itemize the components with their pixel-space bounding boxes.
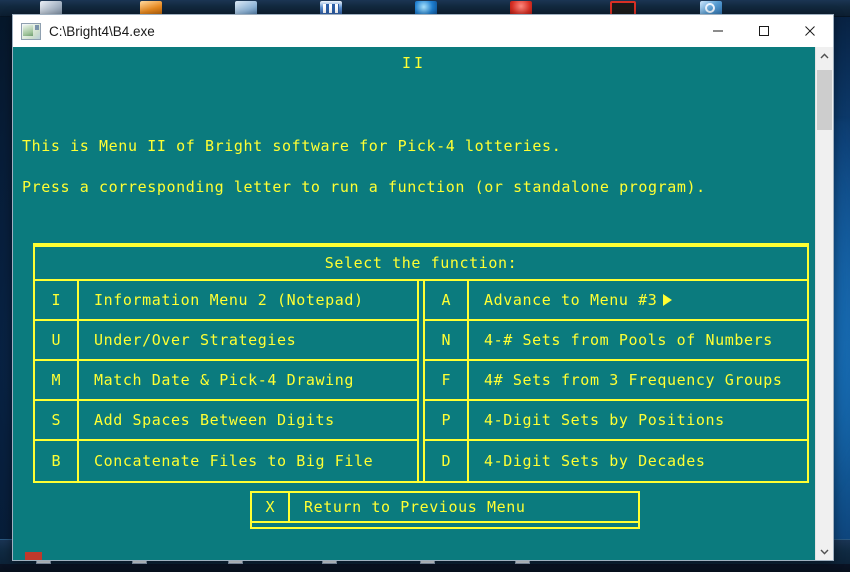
- menu-label: Match Date & Pick-4 Drawing: [94, 371, 355, 389]
- minimize-button[interactable]: [695, 15, 741, 47]
- menu-row[interactable]: M Match Date & Pick-4 Drawing: [35, 361, 417, 401]
- menu-row-return[interactable]: X Return to Previous Menu: [252, 493, 638, 523]
- menu-label: Return to Previous Menu: [304, 498, 526, 516]
- menu-key: M: [35, 361, 79, 399]
- menu-label: Concatenate Files to Big File: [94, 452, 374, 470]
- chevron-down-icon: [820, 549, 829, 555]
- menu-row[interactable]: P 4-Digit Sets by Positions: [425, 401, 807, 441]
- close-button[interactable]: [787, 15, 833, 47]
- vertical-scrollbar[interactable]: [815, 47, 833, 560]
- maximize-button[interactable]: [741, 15, 787, 47]
- console-output[interactable]: II This is Menu II of Bright software fo…: [13, 47, 815, 560]
- menu-key: U: [35, 321, 79, 359]
- function-menu-right-column: A Advance to Menu #3 N 4-# Sets from Poo…: [423, 281, 807, 481]
- window-client-area: II This is Menu II of Bright software fo…: [13, 47, 833, 560]
- menu-label: 4-Digit Sets by Positions: [484, 411, 725, 429]
- app-window-icon: [21, 22, 41, 40]
- menu-row[interactable]: U Under/Over Strategies: [35, 321, 417, 361]
- menu-key: S: [35, 401, 79, 439]
- menu-key: A: [425, 281, 469, 319]
- menu-key: P: [425, 401, 469, 439]
- menu-row[interactable]: D 4-Digit Sets by Decades: [425, 441, 807, 481]
- menu-row[interactable]: S Add Spaces Between Digits: [35, 401, 417, 441]
- screen: C:\Bright4\B4.exe II This is Menu II of …: [0, 0, 850, 572]
- menu-key: F: [425, 361, 469, 399]
- menu-row[interactable]: F 4# Sets from 3 Frequency Groups: [425, 361, 807, 401]
- menu-label: 4-# Sets from Pools of Numbers: [484, 331, 773, 349]
- menu-label: Under/Over Strategies: [94, 331, 297, 349]
- menu-label: Advance to Menu #3: [469, 281, 807, 319]
- menu-row[interactable]: N 4-# Sets from Pools of Numbers: [425, 321, 807, 361]
- chevron-up-icon: [820, 52, 829, 58]
- menu-row[interactable]: I Information Menu 2 (Notepad): [35, 281, 417, 321]
- scrollbar-track[interactable]: [816, 64, 833, 543]
- menu-label: 4-Digit Sets by Decades: [484, 452, 706, 470]
- window-titlebar[interactable]: C:\Bright4\B4.exe: [13, 15, 833, 47]
- text-cursor: [25, 552, 42, 560]
- function-menu-columns: I Information Menu 2 (Notepad) U Under/O…: [35, 281, 807, 481]
- function-menu-frame: Select the function: I Information Menu …: [33, 243, 809, 483]
- menu-label: Information Menu 2 (Notepad): [94, 291, 364, 309]
- function-menu-header: Select the function:: [35, 247, 807, 281]
- close-icon: [805, 26, 815, 36]
- scroll-down-button[interactable]: [816, 543, 833, 560]
- function-menu-inner: Select the function: I Information Menu …: [35, 245, 807, 481]
- menu-key: B: [35, 441, 79, 481]
- menu-key: X: [252, 493, 290, 521]
- taskbar-base-strip: [0, 564, 850, 572]
- console-intro-line-2: Press a corresponding letter to run a fu…: [22, 178, 706, 196]
- menu-row[interactable]: A Advance to Menu #3: [425, 281, 807, 321]
- menu-key: D: [425, 441, 469, 481]
- scroll-up-button[interactable]: [816, 47, 833, 64]
- maximize-icon: [759, 26, 769, 36]
- console-heading: II: [401, 54, 427, 72]
- menu-label-text: Advance to Menu #3: [484, 291, 658, 309]
- menu-label: 4# Sets from 3 Frequency Groups: [484, 371, 783, 389]
- advance-arrow-icon: [663, 294, 673, 306]
- menu-key: I: [35, 281, 79, 319]
- menu-row[interactable]: B Concatenate Files to Big File: [35, 441, 417, 481]
- menu-label: Add Spaces Between Digits: [94, 411, 335, 429]
- console-window: C:\Bright4\B4.exe II This is Menu II of …: [12, 14, 834, 561]
- console-intro-line-1: This is Menu II of Bright software for P…: [22, 137, 562, 155]
- window-title: C:\Bright4\B4.exe: [49, 23, 155, 39]
- minimize-icon: [713, 30, 723, 32]
- scrollbar-thumb[interactable]: [817, 70, 832, 130]
- return-menu-frame: X Return to Previous Menu: [250, 491, 640, 529]
- function-menu-left-column: I Information Menu 2 (Notepad) U Under/O…: [35, 281, 419, 481]
- menu-key: N: [425, 321, 469, 359]
